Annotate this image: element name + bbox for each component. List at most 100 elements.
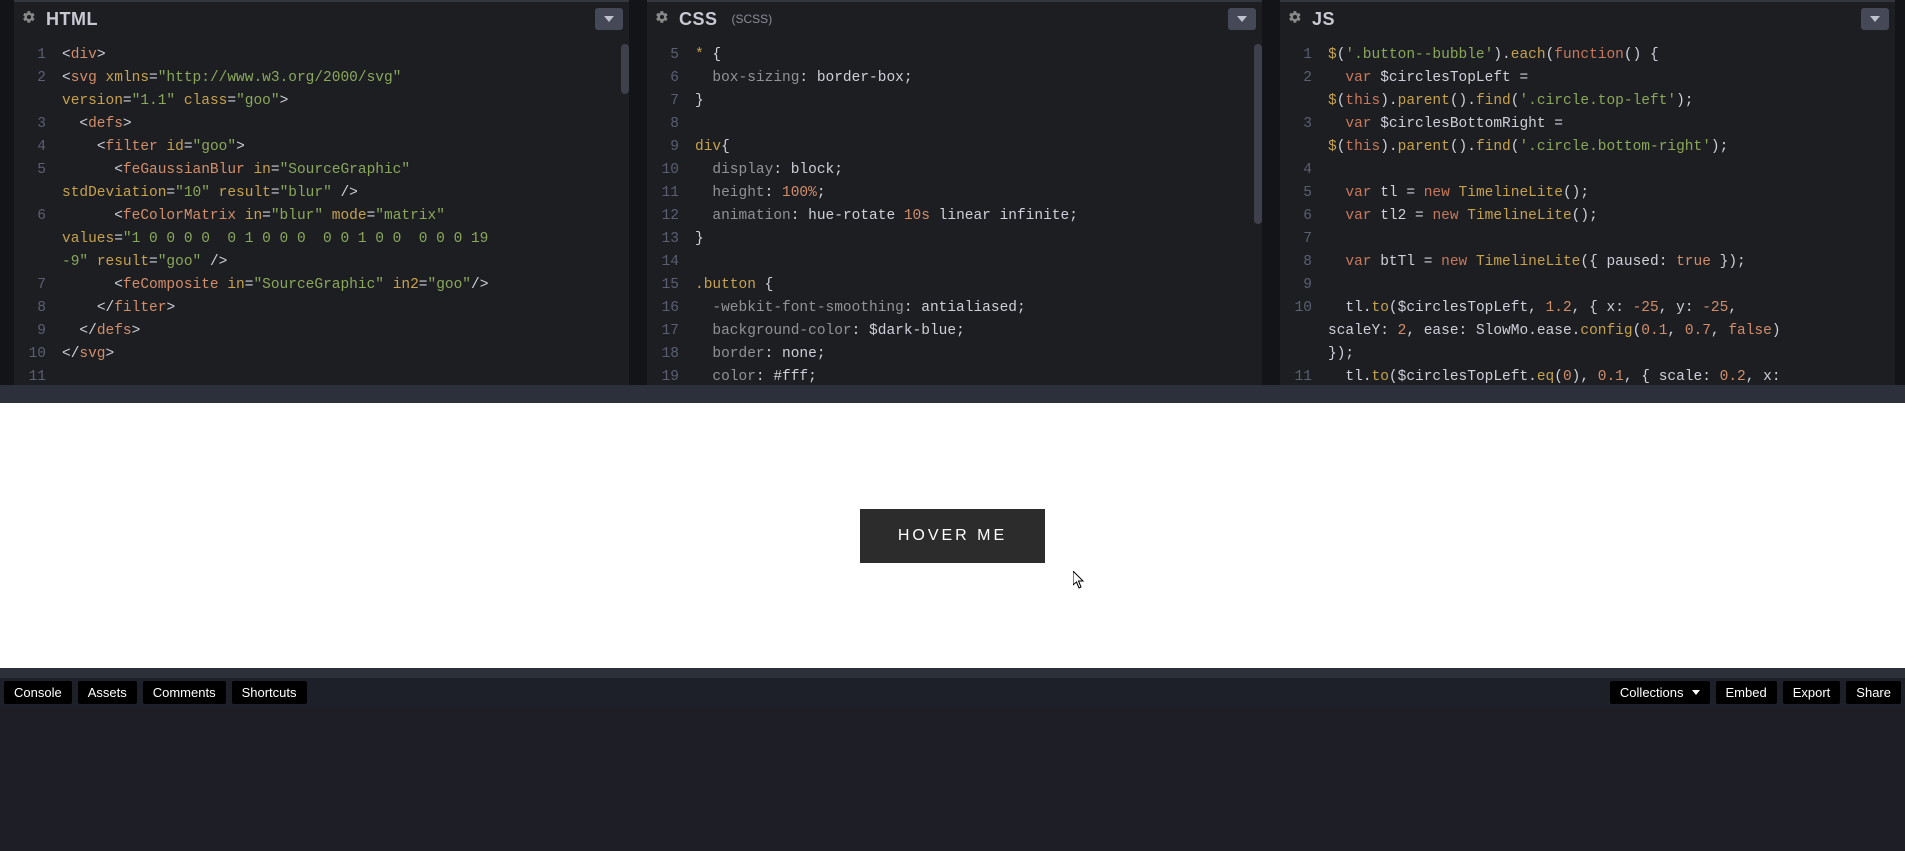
line-number: 10 — [14, 343, 46, 366]
line-number: 11 — [647, 182, 679, 205]
code-line[interactable]: </filter> — [62, 297, 629, 320]
line-number: 7 — [14, 274, 46, 297]
code-line[interactable]: <svg xmlns="http://www.w3.org/2000/svg" — [62, 67, 629, 90]
preview-pane[interactable]: HOVER ME — [0, 403, 1905, 668]
line-number: 7 — [1280, 228, 1312, 251]
code-line[interactable]: } — [695, 228, 1262, 251]
code-line[interactable]: box-sizing: border-box; — [695, 67, 1262, 90]
line-number: 7 — [647, 90, 679, 113]
line-number: 14 — [647, 251, 679, 274]
panel-dropdown-html[interactable] — [595, 8, 623, 30]
splitter-footer[interactable] — [0, 668, 1905, 678]
code-line[interactable]: animation: hue-rotate 10s linear infinit… — [695, 205, 1262, 228]
embed-button[interactable]: Embed — [1716, 681, 1777, 704]
code-line[interactable]: var $circlesTopLeft = — [1328, 67, 1895, 90]
code-line[interactable]: border: none; — [695, 343, 1262, 366]
line-number: 9 — [1280, 274, 1312, 297]
panel-header-js: JS — [1280, 2, 1895, 36]
scrollbar-icon[interactable] — [621, 44, 629, 94]
code-line[interactable]: $(this).parent().find('.circle.top-left'… — [1328, 90, 1895, 113]
code-line[interactable]: -9" result="goo" /> — [62, 251, 629, 274]
export-button[interactable]: Export — [1783, 681, 1841, 704]
line-number — [14, 90, 46, 113]
code-line[interactable]: var tl = new TimelineLite(); — [1328, 182, 1895, 205]
panel-css: CSS (SCSS) 5678910111213141516171819 * {… — [647, 0, 1262, 385]
code-line[interactable]: }); — [1328, 343, 1895, 366]
code-line[interactable]: -webkit-font-smoothing: antialiased; — [695, 297, 1262, 320]
line-number: 16 — [647, 297, 679, 320]
panel-dropdown-css[interactable] — [1228, 8, 1256, 30]
code-line[interactable]: $('.button--bubble').each(function() { — [1328, 44, 1895, 67]
comments-button[interactable]: Comments — [143, 681, 226, 704]
code-line[interactable]: .button { — [695, 274, 1262, 297]
gear-icon[interactable] — [1288, 10, 1302, 29]
editor-css[interactable]: 5678910111213141516171819 * { box-sizing… — [647, 36, 1262, 385]
line-number — [14, 251, 46, 274]
footer-bar: Console Assets Comments Shortcuts Collectio… — [0, 678, 1905, 706]
panel-dropdown-js[interactable] — [1861, 8, 1889, 30]
code-line[interactable]: </defs> — [62, 320, 629, 343]
editor-js[interactable]: 12 3 45678910 11 $('.button--bubble').ea… — [1280, 36, 1895, 385]
collections-button[interactable]: Collections — [1610, 681, 1710, 704]
panel-js: JS 12 3 45678910 11 $('.button--bubble')… — [1280, 0, 1895, 385]
line-number: 8 — [1280, 251, 1312, 274]
code-line[interactable]: <feGaussianBlur in="SourceGraphic" — [62, 159, 629, 182]
code-line[interactable] — [1328, 274, 1895, 297]
code-line[interactable]: values="1 0 0 0 0 0 1 0 0 0 0 0 1 0 0 0 … — [62, 228, 629, 251]
code-line[interactable] — [62, 366, 629, 385]
code-css[interactable]: * { box-sizing: border-box;} div{ displa… — [687, 36, 1262, 385]
code-line[interactable] — [1328, 159, 1895, 182]
code-line[interactable]: tl.to($circlesTopLeft, 1.2, { x: -25, y:… — [1328, 297, 1895, 320]
code-line[interactable]: height: 100%; — [695, 182, 1262, 205]
scrollbar-icon[interactable] — [1254, 44, 1262, 224]
shortcuts-button[interactable]: Shortcuts — [232, 681, 307, 704]
code-line[interactable]: $(this).parent().find('.circle.bottom-ri… — [1328, 136, 1895, 159]
line-number: 13 — [647, 228, 679, 251]
share-button[interactable]: Share — [1846, 681, 1901, 704]
code-line[interactable]: div{ — [695, 136, 1262, 159]
code-line[interactable]: color: #fff; — [695, 366, 1262, 385]
code-line[interactable]: </svg> — [62, 343, 629, 366]
gutter-html: 12 345 6 7891011 — [14, 36, 54, 385]
gear-icon[interactable] — [655, 10, 669, 29]
code-line[interactable] — [695, 113, 1262, 136]
editor-html[interactable]: 12 345 6 7891011 <div><svg xmlns="http:/… — [14, 36, 629, 385]
hover-me-button[interactable]: HOVER ME — [860, 509, 1045, 563]
assets-button[interactable]: Assets — [78, 681, 137, 704]
line-number: 6 — [647, 67, 679, 90]
code-line[interactable]: <div> — [62, 44, 629, 67]
code-line[interactable]: <filter id="goo"> — [62, 136, 629, 159]
code-line[interactable]: stdDeviation="10" result="blur" /> — [62, 182, 629, 205]
line-number: 8 — [14, 297, 46, 320]
code-line[interactable]: var btTl = new TimelineLite({ paused: tr… — [1328, 251, 1895, 274]
line-number: 19 — [647, 366, 679, 385]
line-number: 10 — [647, 159, 679, 182]
panel-title-js: JS — [1312, 9, 1335, 30]
code-line[interactable]: <defs> — [62, 113, 629, 136]
code-line[interactable]: } — [695, 90, 1262, 113]
line-number — [1280, 343, 1312, 366]
code-line[interactable] — [1328, 228, 1895, 251]
code-line[interactable]: display: block; — [695, 159, 1262, 182]
code-line[interactable]: <feComposite in="SourceGraphic" in2="goo… — [62, 274, 629, 297]
code-line[interactable]: * { — [695, 44, 1262, 67]
code-line[interactable]: var tl2 = new TimelineLite(); — [1328, 205, 1895, 228]
code-line[interactable]: version="1.1" class="goo"> — [62, 90, 629, 113]
splitter-horizontal[interactable] — [0, 385, 1905, 403]
code-line[interactable] — [695, 251, 1262, 274]
line-number: 9 — [14, 320, 46, 343]
line-number: 5 — [1280, 182, 1312, 205]
code-line[interactable]: <feColorMatrix in="blur" mode="matrix" — [62, 205, 629, 228]
code-line[interactable]: var $circlesBottomRight = — [1328, 113, 1895, 136]
line-number: 2 — [14, 67, 46, 90]
code-line[interactable]: tl.to($circlesTopLeft.eq(0), 0.1, { scal… — [1328, 366, 1895, 385]
code-line[interactable]: background-color: $dark-blue; — [695, 320, 1262, 343]
console-button[interactable]: Console — [4, 681, 72, 704]
line-number: 3 — [1280, 113, 1312, 136]
code-line[interactable]: scaleY: 2, ease: SlowMo.ease.config(0.1,… — [1328, 320, 1895, 343]
gutter-js: 12 3 45678910 11 — [1280, 36, 1320, 385]
code-js[interactable]: $('.button--bubble').each(function() { v… — [1320, 36, 1895, 385]
line-number: 4 — [1280, 159, 1312, 182]
gear-icon[interactable] — [22, 10, 36, 29]
code-html[interactable]: <div><svg xmlns="http://www.w3.org/2000/… — [54, 36, 629, 385]
